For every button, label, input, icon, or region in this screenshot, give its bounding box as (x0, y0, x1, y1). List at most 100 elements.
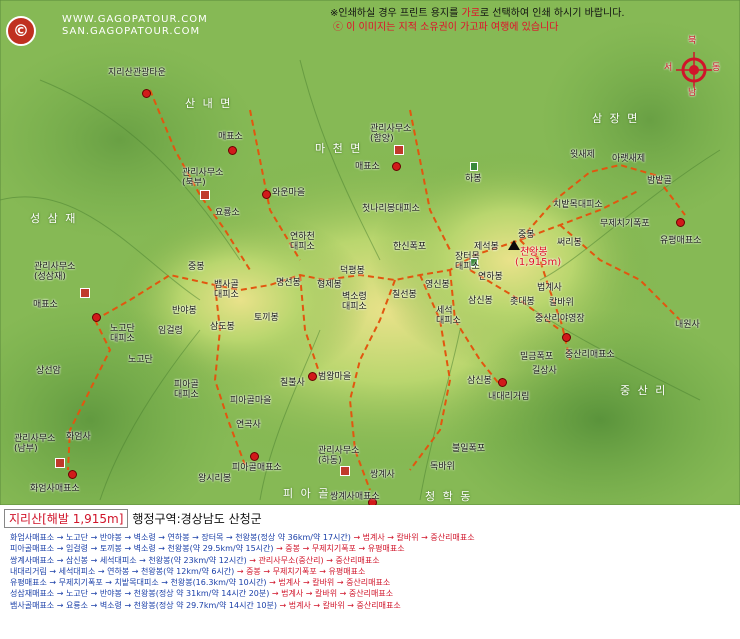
place-habong: 하봉 (465, 174, 482, 184)
place-piagol-shelter: 피아골 대피소 (174, 380, 199, 400)
place-ssaribong: 써리봉 (557, 238, 582, 248)
place-office-bukbu: 관리사무소 (북부) (182, 168, 224, 188)
site-url[interactable]: WWW.GAGOPATOUR.COM SAN.GAGOPATOUR.COM (62, 14, 208, 38)
place-beopgyesa: 법계사 (537, 283, 562, 293)
place-jangteomok: 장터목 대피소 (455, 252, 480, 272)
place-hansinpok: 한신폭포 (393, 242, 427, 252)
place-gilsangsa: 길상사 (532, 366, 557, 376)
place-sangsunak: 상선암 (36, 366, 61, 376)
marker-dot (228, 146, 237, 155)
route-item: 뱀사골매표소 → 요룡소 → 벽소령 → 천왕봉(정상 약 29.7km/약 1… (10, 600, 401, 610)
place-seongsamjae-office: 관리사무소 (성삼재) (34, 262, 76, 282)
place-deokpyeongbong: 덕평봉 (340, 266, 365, 276)
place-milgeunpok: 밀금폭포 (520, 352, 554, 362)
area-seongsamjae: 성 삼 재 (30, 212, 78, 225)
place-yeongoksa: 연곡사 (236, 420, 261, 430)
place-office-gurye: 관리사무소 (남부) (14, 434, 56, 454)
route-item: 유평매표소 → 무제치기폭포 → 치밭목대피소 → 천왕봉(16.3km/약 1… (10, 578, 391, 588)
area-macheon: 마 천 면 (315, 142, 363, 155)
place-ssanggyesa: 쌍계사 (370, 470, 395, 480)
office-icon (340, 466, 350, 476)
route-item: 내대리거림 → 세석대피소 → 연하봉 → 천왕봉(약 12km/약 6시간) … (10, 566, 366, 576)
place-yoryongso: 요룡소 (215, 208, 240, 218)
place-hwaeomsa: 화엄사 (66, 432, 91, 442)
compass-east: 동 (712, 63, 721, 73)
place-kalbawi: 칼바위 (549, 298, 574, 308)
marker-dot (250, 452, 259, 461)
marker-dot (68, 470, 77, 479)
place-dokbaji: 독바위 (430, 462, 455, 472)
map-title: 지리산[해발 1,915m] 행정구역:경상남도 산청군 (4, 507, 262, 529)
area-sannae: 산 내 면 (185, 97, 233, 110)
place-bulil: 불일폭포 (452, 444, 486, 454)
place-samdobong: 삼도봉 (210, 322, 235, 332)
place-jungsanri-maepyo: 중산리매표소 (565, 350, 615, 360)
route-list: 화엄사매표소 → 노고단 → 반야봉 → 벽소령 → 연하봉 → 장터목 → 천… (10, 532, 735, 611)
route-item: 쌍계사매표소 → 삼신봉 → 세석대피소 → 천왕봉(약 23km/약 12시간… (10, 555, 380, 565)
area-samjang: 삼 장 면 (592, 112, 640, 125)
place-chotnaribong: 첫나리봉대피소 (362, 204, 420, 214)
route-item: 성삼재매표소 → 노고단 → 반야봉 → 천왕봉(정상 약 31km/약 14시… (10, 589, 394, 599)
place-maepyoso-macheon: 매표소 (355, 162, 380, 172)
compass-south: 남 (688, 88, 697, 98)
place-jungbong: 중봉 (518, 230, 535, 240)
place-myeongseonbong: 명선봉 (276, 278, 301, 288)
compass-west: 서 (664, 63, 673, 73)
place-jungbong2: 중봉 (188, 262, 205, 272)
place-tokkibong: 토끼봉 (254, 313, 279, 323)
place-hyeongjebong: 형제봉 (317, 280, 342, 290)
site-url-1[interactable]: WWW.GAGOPATOUR.COM (62, 14, 208, 26)
marker-dot (676, 218, 685, 227)
cheonwangbong-peak-icon (508, 240, 520, 250)
place-piagol-village: 피아골마을 (230, 396, 272, 406)
place-araesese: 아랫새제 (612, 154, 646, 164)
place-seseok: 세석 대피소 (436, 306, 461, 326)
place-yeongsinbong: 영신봉 (425, 280, 450, 290)
place-jungsanri-camp: 중산리야영장 (535, 314, 585, 324)
place-maepyoso-left: 매표소 (33, 300, 58, 310)
area-piagol: 피 아 골 (283, 487, 331, 500)
place-imgeoryeong: 임걸령 (158, 326, 183, 336)
place-yeonhabong: 연하봉 (478, 272, 503, 282)
place-nogodan: 노고단 (128, 355, 153, 365)
place-maepyoso-top: 매표소 (218, 132, 243, 142)
place-hwaeomsa-maepyo: 화엄사매표소 (30, 484, 80, 494)
place-mujechi: 무제치기폭포 (600, 219, 650, 229)
place-naedaeri: 내대리거림 (488, 392, 530, 402)
place-chilseonbong: 칠선봉 (392, 290, 417, 300)
hut-icon (470, 162, 478, 171)
office-icon (55, 458, 65, 468)
marker-dot (498, 378, 507, 387)
place-yupyeong: 유평매표소 (660, 236, 702, 246)
area-jungsanri: 중 산 리 (620, 384, 668, 397)
place-wangsirbong: 왕시리봉 (198, 474, 232, 484)
marker-dot (92, 313, 101, 322)
copyright-logo: © (6, 16, 36, 46)
route-item: 피아골매표소 → 임걸령 → 토끼봉 → 벽소령 → 천왕봉(약 29.5km/… (10, 544, 405, 554)
office-icon (394, 145, 404, 155)
place-wahun: 와운마을 (272, 188, 306, 198)
place-office-hamyang: 관리사무소 (함양) (370, 124, 412, 144)
place-ssanggyesa-maepyo: 쌍계사매표소 (330, 492, 380, 502)
place-saesese: 윗새제 (570, 150, 595, 160)
place-nogodan-shelter: 노고단 대피소 (110, 324, 135, 344)
office-icon (200, 190, 210, 200)
marker-dot (392, 162, 401, 171)
place-chilbul: 칠불사 (280, 378, 305, 388)
place-naewonsa: 내원사 (675, 320, 700, 330)
place-beomwang: 범왕마을 (318, 372, 352, 382)
site-url-2[interactable]: SAN.GAGOPATOUR.COM (62, 26, 208, 38)
area-cheonghak: 청 학 동 (425, 490, 473, 503)
compass-north: 북 (688, 36, 697, 46)
place-yeonhacheon: 연하천 대피소 (290, 232, 315, 252)
office-icon (80, 288, 90, 298)
copyright-notice: ⓒ 이 이미지는 지적 소유권이 가고파 여행에 있습니다 (333, 22, 559, 33)
place-banyabong: 반야봉 (172, 306, 197, 316)
marker-dot (308, 372, 317, 381)
trail-map: © WWW.GAGOPATOUR.COM SAN.GAGOPATOUR.COM … (0, 0, 740, 505)
admin-district: 행정구역:경상남도 산청군 (132, 511, 262, 526)
place-piagol-maepyo: 피아골매표소 (232, 463, 282, 473)
place-samsinbong2: 삼신봉 (467, 376, 492, 386)
print-notice: ※인쇄하실 경우 프린트 용지를 가로로 선택하여 인쇄 하시기 바랍니다. (330, 4, 625, 19)
place-chibatmok: 치밭목대피소 (553, 200, 603, 210)
